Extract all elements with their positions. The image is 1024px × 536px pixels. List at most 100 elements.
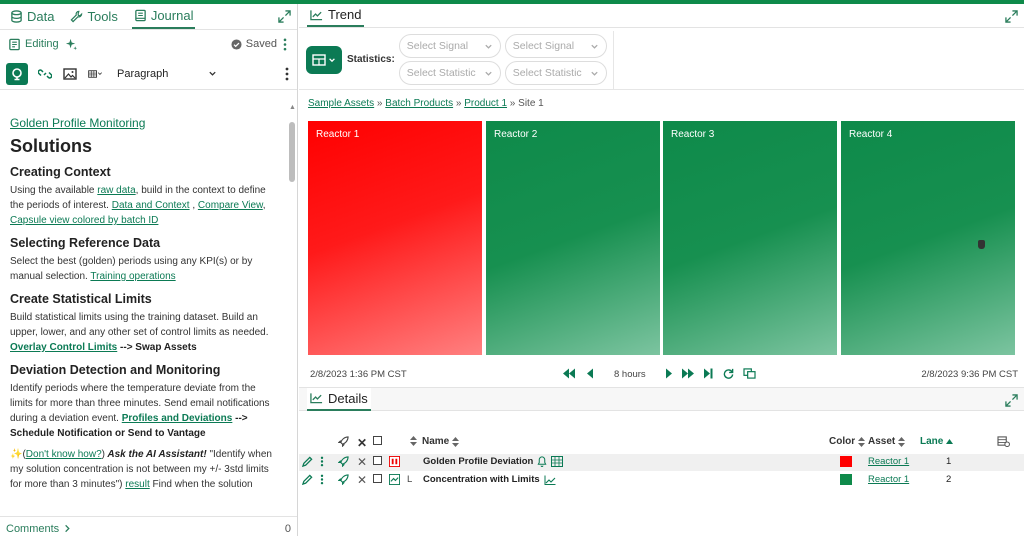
select-signal-2[interactable]: Select Signal	[504, 34, 607, 58]
asset-link-text[interactable]: Reactor 1	[868, 474, 909, 485]
edit-pencil-icon[interactable]	[302, 456, 313, 467]
paragraph-style-select[interactable]: Paragraph	[113, 68, 217, 80]
raw-data-link[interactable]: raw data	[97, 185, 135, 196]
row-menu-icon[interactable]	[320, 474, 324, 485]
rocket-icon[interactable]	[338, 456, 349, 467]
asset-link[interactable]: Reactor 1	[868, 474, 909, 485]
compare-view-link[interactable]: Compare View	[198, 200, 263, 211]
chevron-down-icon	[485, 44, 492, 49]
tile-label: Reactor 3	[671, 129, 715, 140]
breadcrumb-item[interactable]: Product 1	[464, 98, 507, 109]
column-lane-header[interactable]: Lane	[920, 436, 954, 447]
fast-forward-button[interactable]	[681, 368, 695, 379]
table-button[interactable]	[88, 66, 103, 81]
tile-reactor-1[interactable]: Reactor 1	[308, 121, 482, 355]
area-chart-icon[interactable]	[544, 475, 556, 485]
expand-icon[interactable]	[1005, 10, 1018, 23]
duration-display[interactable]: 8 hours	[614, 369, 646, 380]
statistics-label: Statistics:	[347, 54, 395, 65]
row-checkbox[interactable]	[373, 456, 382, 465]
tab-details[interactable]: Details	[307, 387, 371, 411]
tile-reactor-3[interactable]: Reactor 3	[663, 121, 837, 355]
kebab-menu-icon[interactable]	[285, 67, 289, 81]
step-back-button[interactable]	[586, 368, 594, 379]
rewind-button[interactable]	[562, 368, 576, 379]
time-navigation-bar: 2/8/2023 1:36 PM CST 8 hours 2/8/2023 9:…	[308, 366, 1020, 384]
table-grid-icon[interactable]	[551, 456, 564, 467]
tile-reactor-4[interactable]: Reactor 4	[841, 121, 1015, 355]
paragraph-text: Build statistical limits using the train…	[10, 312, 269, 338]
time-range-button[interactable]	[743, 368, 756, 379]
select-signal-1[interactable]: Select Signal	[398, 34, 501, 58]
image-button[interactable]	[63, 66, 78, 81]
column-label: Lane	[920, 436, 944, 447]
edit-pencil-icon[interactable]	[302, 474, 313, 485]
select-statistic-1[interactable]: Select Statistic	[398, 61, 501, 85]
tab-journal[interactable]: Journal	[131, 5, 196, 29]
double-left-arrow-icon	[563, 368, 575, 379]
edit-status-row: Editing Saved	[0, 30, 297, 58]
ask-ai-text: Ask the AI Assistant!	[104, 449, 207, 460]
tile-label: Reactor 2	[494, 129, 538, 140]
tab-tools[interactable]: Tools	[68, 5, 119, 29]
refresh-button[interactable]	[723, 368, 734, 379]
remove-all-icon[interactable]: ✕	[357, 436, 367, 450]
column-config-icon[interactable]	[997, 436, 1010, 447]
data-and-context-link[interactable]: Data and Context	[112, 200, 190, 211]
sort-icon[interactable]	[410, 436, 417, 446]
link-button[interactable]	[38, 66, 53, 81]
remove-item-icon[interactable]: ✕	[357, 455, 367, 469]
scroll-up-arrow[interactable]: ▲	[289, 104, 296, 111]
asset-link-text[interactable]: Reactor 1	[868, 456, 909, 467]
chevron-right-icon	[65, 524, 70, 533]
column-asset-header[interactable]: Asset	[868, 436, 906, 447]
table-row[interactable]: ✕ Golden Profile Deviation Reactor 1 1	[299, 454, 1024, 471]
training-operations-link[interactable]: Training operations	[90, 271, 175, 282]
overlay-control-limits-link[interactable]: Overlay Control Limits	[10, 342, 117, 353]
database-icon	[11, 10, 22, 23]
rocket-icon[interactable]	[338, 436, 349, 447]
expand-icon[interactable]	[1005, 394, 1018, 407]
rocket-icon[interactable]	[338, 474, 349, 485]
remove-item-icon[interactable]: ✕	[357, 473, 367, 487]
tile-reactor-2[interactable]: Reactor 2	[486, 121, 660, 355]
tab-trend[interactable]: Trend	[307, 4, 365, 27]
row-checkbox[interactable]	[373, 474, 382, 483]
details-panel: Details ✕ Name Color Asset Lane ✕ Golden…	[299, 387, 1024, 536]
color-swatch[interactable]	[840, 474, 852, 485]
comments-bar[interactable]: Comments 0	[0, 516, 297, 536]
sparkle-icon[interactable]	[65, 38, 78, 51]
ai-assistant-button[interactable]	[6, 62, 28, 85]
dont-know-how-link[interactable]: Don't know how?	[26, 449, 102, 460]
trend-title: Trend	[328, 7, 362, 22]
column-color-header[interactable]: Color	[829, 436, 866, 447]
capsule-view-link[interactable]: Capsule view colored by batch ID	[10, 215, 158, 226]
bell-icon[interactable]	[537, 456, 547, 467]
editing-toggle[interactable]: Editing	[8, 38, 59, 51]
select-all-checkbox[interactable]	[373, 436, 382, 445]
row-menu-icon[interactable]	[320, 456, 324, 467]
asset-link[interactable]: Reactor 1	[868, 456, 909, 467]
select-statistic-2[interactable]: Select Statistic	[504, 61, 607, 85]
color-swatch-fill	[840, 456, 852, 467]
table-row[interactable]: ✕ L Concentration with Limits Reactor 1 …	[299, 472, 1024, 489]
color-swatch[interactable]	[840, 456, 852, 467]
result-link[interactable]: result	[125, 479, 149, 490]
sort-icon	[898, 436, 906, 447]
column-name-header[interactable]: Name	[422, 436, 460, 447]
item-name: Golden Profile Deviation	[423, 456, 564, 467]
breadcrumb-item[interactable]: Batch Products	[385, 98, 453, 109]
kebab-menu-icon[interactable]	[281, 38, 289, 51]
edit-doc-icon	[9, 38, 20, 50]
profiles-and-deviations-link[interactable]: Profiles and Deviations	[122, 413, 233, 424]
golden-profile-link[interactable]: Golden Profile Monitoring	[10, 116, 280, 130]
tab-data[interactable]: Data	[8, 5, 56, 29]
view-layout-button[interactable]	[306, 45, 342, 74]
condition-type-icon	[389, 456, 400, 467]
ai-tip-paragraph: ✨(Don't know how?) Ask the AI Assistant!…	[10, 449, 272, 490]
breadcrumb-item[interactable]: Sample Assets	[308, 98, 374, 109]
jump-to-end-button[interactable]	[703, 368, 713, 379]
expand-icon[interactable]	[278, 10, 291, 23]
item-name-text: Concentration with Limits	[423, 474, 540, 485]
step-forward-button[interactable]	[665, 368, 673, 379]
